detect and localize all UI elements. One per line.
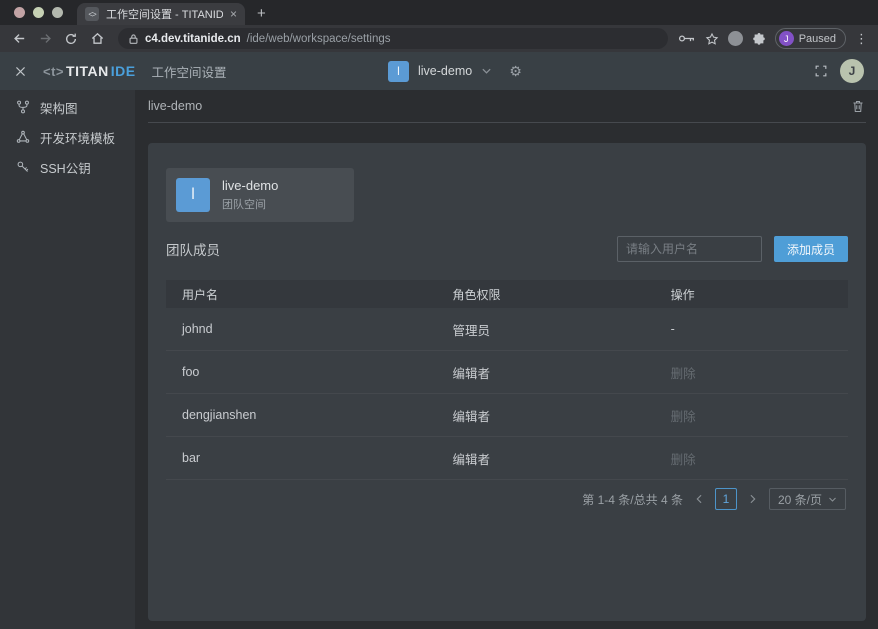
key-icon (16, 160, 30, 174)
user-avatar[interactable]: J (840, 59, 864, 83)
cell-username: foo (166, 365, 452, 379)
address-bar[interactable]: c4.dev.titanide.cn/ide/web/workspace/set… (118, 28, 668, 49)
table-row: johnd 管理员 - (166, 308, 848, 351)
pagination: 第 1-4 条/总共 4 条 1 20 条/页 (166, 480, 848, 518)
browser-tab-strip: <> 工作空间设置 - TITANIDE × + (0, 0, 878, 25)
prev-page-icon[interactable] (691, 494, 707, 504)
sidebar-item-architecture[interactable]: 架构图 (0, 92, 135, 122)
app-header-right: J (814, 59, 864, 83)
settings-panel: l live-demo 团队空间 团队成员 添加成员 用户名 角色权限 (148, 143, 866, 621)
page-number-button[interactable]: 1 (715, 488, 737, 510)
add-member-button[interactable]: 添加成员 (774, 236, 848, 262)
app-logo: <t>TITANIDE (43, 63, 136, 79)
window-zoom-button[interactable] (52, 7, 63, 18)
profile-status-label: Paused (799, 33, 836, 45)
url-path: /ide/web/workspace/settings (247, 33, 391, 45)
delete-workspace-trash-icon[interactable] (851, 99, 865, 114)
browser-menu-icon[interactable]: ⋮ (855, 31, 868, 47)
cell-role: 编辑者 (452, 449, 670, 468)
browser-tab[interactable]: <> 工作空间设置 - TITANIDE × (77, 3, 245, 25)
content-header: live-demo (135, 90, 878, 122)
header-divider (148, 122, 866, 123)
cell-role: 管理员 (452, 320, 670, 339)
next-page-icon[interactable] (745, 494, 761, 504)
template-icon (16, 130, 30, 144)
table-row: foo 编辑者 删除 (166, 351, 848, 394)
cell-username: bar (166, 451, 452, 465)
tab-favicon-icon: <> (85, 7, 99, 21)
fullscreen-icon[interactable] (814, 64, 828, 78)
sidebar-item-label: 架构图 (40, 98, 78, 117)
extensions-puzzle-icon[interactable] (752, 32, 766, 46)
table-row: bar 编辑者 删除 (166, 437, 848, 480)
chevron-down-icon (828, 496, 837, 503)
browser-window: <> 工作空间设置 - TITANIDE × + c4.dev.titanide… (0, 0, 878, 629)
members-table: 用户名 角色权限 操作 johnd 管理员 - foo 编辑者 删除 (166, 280, 848, 480)
url-host: c4.dev.titanide.cn (145, 33, 241, 45)
page-size-select[interactable]: 20 条/页 (769, 488, 846, 510)
delete-member-link[interactable]: 删除 (671, 406, 848, 425)
workspace-name: live-demo (418, 64, 472, 78)
sidebar-item-label: 开发环境模板 (40, 128, 115, 147)
members-toolbar: 团队成员 添加成员 (166, 236, 848, 262)
logo-mark: <t> (43, 64, 64, 79)
delete-member-link[interactable]: 删除 (671, 363, 848, 382)
workspace-info-card: l live-demo 团队空间 (166, 168, 354, 222)
app-close-icon[interactable] (14, 65, 27, 78)
breadcrumb: live-demo (148, 99, 202, 113)
home-icon[interactable] (86, 28, 108, 50)
tab-close-icon[interactable]: × (230, 8, 237, 20)
page-title: 工作空间设置 (152, 62, 227, 81)
main-content: live-demo l live-demo 团队空间 团队成员 添 (135, 90, 878, 629)
cell-username: dengjianshen (166, 408, 452, 422)
workspace-settings-gear-icon[interactable]: ⚙ (509, 64, 522, 78)
workspace-avatar: l (388, 61, 409, 82)
username-input[interactable] (617, 236, 762, 262)
sidebar-item-ssh-key[interactable]: SSH公钥 (0, 152, 135, 182)
workspace-switcher[interactable]: l live-demo ⚙ (388, 61, 522, 82)
workspace-card-avatar: l (176, 178, 210, 212)
toolbar-right-icons: J Paused ⋮ (678, 28, 870, 49)
password-key-icon[interactable] (678, 33, 696, 44)
window-controls (0, 0, 77, 25)
reload-icon[interactable] (60, 28, 82, 50)
window-close-button[interactable] (14, 7, 25, 18)
forward-icon[interactable] (34, 28, 56, 50)
table-row: dengjianshen 编辑者 删除 (166, 394, 848, 437)
delete-member-link[interactable]: 删除 (671, 449, 848, 468)
app-header: <t>TITANIDE 工作空间设置 l live-demo ⚙ J (0, 52, 878, 90)
cell-role: 编辑者 (452, 363, 670, 382)
column-header-action: 操作 (671, 286, 848, 303)
sidebar-item-label: SSH公钥 (40, 158, 91, 177)
sidebar: 架构图 开发环境模板 SSH公钥 (0, 90, 135, 629)
browser-toolbar: c4.dev.titanide.cn/ide/web/workspace/set… (0, 25, 878, 52)
cell-role: 编辑者 (452, 406, 670, 425)
column-header-role: 角色权限 (452, 286, 670, 303)
cell-username: johnd (166, 322, 452, 336)
pagination-summary: 第 1-4 条/总共 4 条 (582, 491, 683, 508)
cell-action: - (671, 322, 848, 336)
branch-icon (16, 100, 30, 114)
column-header-username: 用户名 (166, 286, 452, 303)
new-tab-button[interactable]: + (257, 5, 266, 25)
lock-icon (128, 33, 139, 45)
sidebar-item-dev-template[interactable]: 开发环境模板 (0, 122, 135, 152)
tab-title: 工作空间设置 - TITANIDE (106, 6, 223, 22)
members-section-title: 团队成员 (166, 239, 220, 259)
table-header-row: 用户名 角色权限 操作 (166, 280, 848, 308)
profile-avatar: J (779, 31, 794, 46)
page-size-value: 20 条/页 (778, 491, 822, 508)
workspace-card-type: 团队空间 (222, 196, 278, 212)
extension-avatar-icon[interactable] (728, 31, 743, 46)
workspace-card-name: live-demo (222, 178, 278, 193)
back-icon[interactable] (8, 28, 30, 50)
chevron-down-icon (481, 67, 492, 75)
browser-profile-chip[interactable]: J Paused (775, 28, 846, 49)
bookmark-star-icon[interactable] (705, 32, 719, 46)
window-minimize-button[interactable] (33, 7, 44, 18)
